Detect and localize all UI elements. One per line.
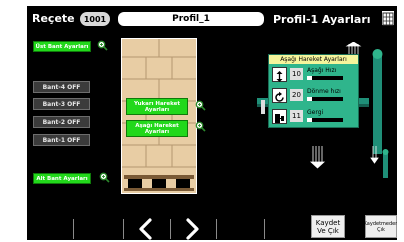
- band-3-button[interactable]: Bant-3 OFF: [33, 98, 90, 110]
- tension-icon: [272, 109, 287, 124]
- pallet-boxes: [122, 39, 196, 191]
- zoom-icon[interactable]: [195, 100, 206, 111]
- recipe-label: Reçete: [32, 12, 75, 25]
- rotation-speed-value[interactable]: 20: [290, 89, 303, 101]
- top-band-settings-button[interactable]: Üst Bant Ayarları: [33, 41, 91, 52]
- save-exit-button[interactable]: Kaydet Ve Çık: [311, 215, 345, 238]
- tension-slider[interactable]: [307, 118, 343, 122]
- rotation-speed-slider[interactable]: [307, 97, 343, 101]
- down-speed-slider[interactable]: [307, 76, 343, 80]
- hmi-panel: Reçete 1001 Profil_1 Profil-1 Ayarları Ü…: [27, 6, 397, 240]
- band-1-button[interactable]: Bant-1 OFF: [33, 134, 90, 146]
- exit-without-save-button[interactable]: Kaydetmeden Çık: [364, 215, 397, 238]
- zoom-icon[interactable]: [97, 40, 108, 51]
- arrows-up-down-icon: [272, 67, 287, 82]
- zoom-icon[interactable]: [99, 172, 110, 183]
- rotation-speed-label: Dönme hızı: [307, 88, 341, 95]
- rotate-icon: [272, 88, 287, 103]
- pallet-stack: [121, 38, 197, 194]
- tension-value[interactable]: 11: [290, 110, 303, 122]
- profile-name-field[interactable]: Profil_1: [118, 12, 264, 26]
- screen: Reçete 1001 Profil_1 Profil-1 Ayarları Ü…: [0, 0, 404, 242]
- down-speed-slider-fill: [307, 76, 313, 80]
- down-speed-value[interactable]: 10: [290, 68, 303, 80]
- footer-divider: [170, 219, 171, 239]
- band-2-button[interactable]: Bant-2 OFF: [33, 116, 90, 128]
- zoom-icon[interactable]: [195, 121, 206, 132]
- down-move-settings-button[interactable]: Aşağı Hareket Ayarları: [126, 120, 188, 137]
- up-move-settings-button[interactable]: Yukarı Hareket Ayarları: [126, 98, 188, 115]
- tension-slider-fill: [307, 118, 313, 122]
- chevron-right-icon[interactable]: [181, 217, 203, 240]
- settings-popup: Aşağı Hareket Ayarları 10 Aşağı Hızı 20 …: [268, 54, 359, 128]
- recipe-number-field[interactable]: 1001: [80, 12, 110, 26]
- footer-divider: [73, 219, 74, 239]
- rotation-speed-slider-fill: [307, 97, 313, 101]
- page-title: Profil-1 Ayarları: [273, 13, 371, 26]
- footer-divider: [216, 219, 217, 239]
- down-speed-label: Aşağı Hızı: [307, 67, 337, 74]
- band-4-button[interactable]: Bant-4 OFF: [33, 81, 90, 93]
- bottom-band-settings-button[interactable]: Alt Bant Ayarları: [33, 173, 91, 184]
- keypad-icon[interactable]: [382, 11, 394, 26]
- popup-title: Aşağı Hareket Ayarları: [269, 55, 358, 64]
- footer-divider: [123, 219, 124, 239]
- footer-divider: [264, 219, 265, 239]
- chevron-left-icon[interactable]: [135, 217, 157, 240]
- tension-label: Gergi: [307, 109, 324, 116]
